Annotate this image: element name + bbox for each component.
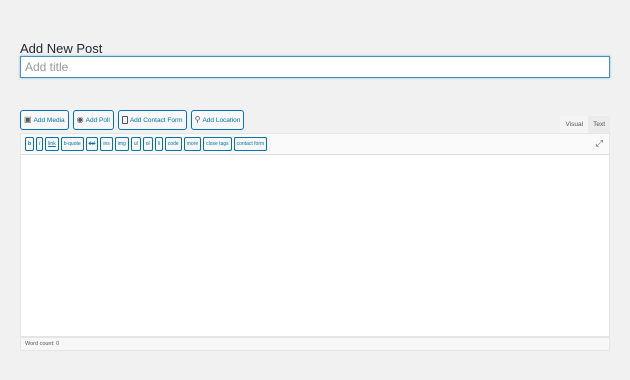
media-buttons: ▣ Add Media ◉ Add Poll Add Contact Form … — [20, 110, 245, 130]
content-textarea[interactable] — [21, 155, 609, 336]
editor-tabs: Visual Text — [560, 116, 610, 133]
add-contact-form-label: Add Contact Form — [129, 116, 183, 124]
quicktag-ul-button[interactable]: ul — [130, 137, 141, 151]
add-media-label: Add Media — [33, 116, 65, 124]
content-editor — [20, 155, 610, 337]
editor-status-bar: Word count: 0 — [20, 337, 610, 351]
add-media-button[interactable]: ▣ Add Media — [20, 110, 69, 130]
poll-icon: ◉ — [76, 115, 84, 124]
quicktag-blockquote-button[interactable]: b-quote — [60, 137, 84, 151]
quicktags-toolbar: b i link b-quote del ins img ul ol li co… — [20, 133, 610, 155]
location-pin-icon: ⚲ — [194, 115, 201, 124]
fullscreen-icon[interactable]: ⤢ — [596, 139, 603, 148]
quicktag-li-button[interactable]: li — [154, 137, 163, 151]
quicktag-more-button[interactable]: more — [183, 137, 202, 151]
quicktag-del-button[interactable]: del — [85, 137, 99, 151]
word-count: Word count: 0 — [25, 341, 60, 347]
quicktag-link-button[interactable]: link — [45, 137, 59, 151]
tab-text[interactable]: Text — [588, 116, 610, 133]
quicktag-ol-button[interactable]: ol — [142, 137, 153, 151]
add-location-button[interactable]: ⚲ Add Location — [190, 110, 245, 130]
quicktag-ins-button[interactable]: ins — [100, 137, 113, 151]
quicktag-close-tags-button[interactable]: close tags — [203, 137, 232, 151]
add-poll-button[interactable]: ◉ Add Poll — [72, 110, 114, 130]
quicktag-code-button[interactable]: code — [164, 137, 182, 151]
title-field-wrapper — [20, 56, 610, 78]
quicktag-bold-button[interactable]: b — [25, 137, 35, 151]
quicktag-contact-form-button[interactable]: contact form — [233, 137, 268, 151]
quicktag-italic-button[interactable]: i — [36, 137, 44, 151]
page-title: Add New Post — [20, 40, 103, 56]
add-location-label: Add Location — [202, 116, 241, 124]
add-contact-form-button[interactable]: Add Contact Form — [117, 110, 187, 130]
post-title-input[interactable] — [21, 57, 609, 77]
media-icon: ▣ — [24, 115, 32, 124]
form-icon — [121, 116, 128, 124]
quicktag-img-button[interactable]: img — [114, 137, 129, 151]
tab-visual[interactable]: Visual — [560, 116, 589, 133]
add-poll-label: Add Poll — [85, 116, 110, 124]
